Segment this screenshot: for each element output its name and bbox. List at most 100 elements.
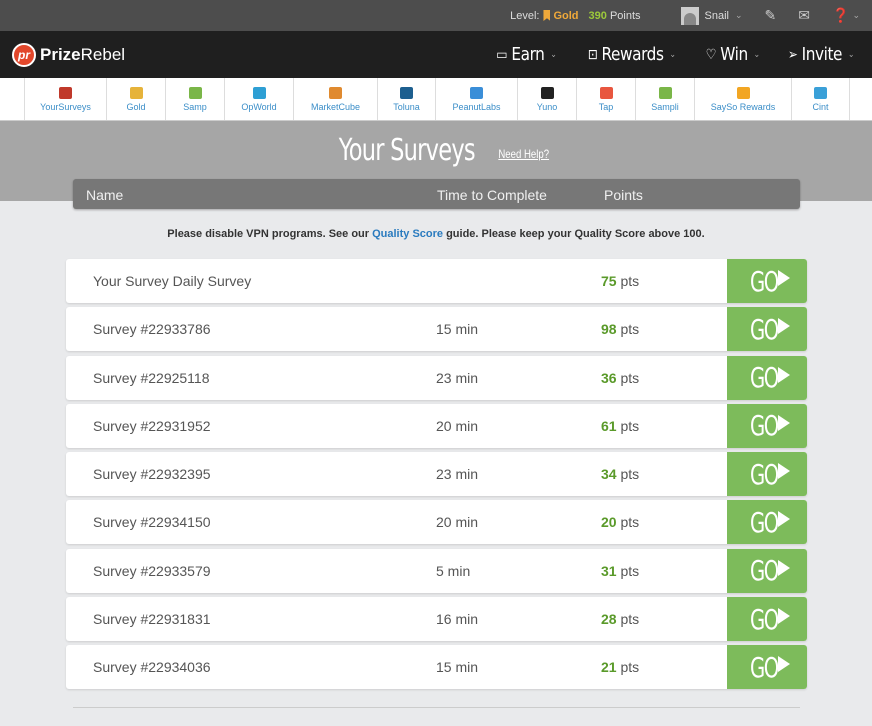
- level-name: Gold: [553, 9, 579, 22]
- provider-icon: [252, 86, 266, 99]
- provider-yuno[interactable]: Yuno: [517, 78, 576, 120]
- go-button[interactable]: GO: [727, 452, 807, 497]
- survey-name: Survey #22925118: [93, 369, 210, 386]
- help-menu[interactable]: ❓ ⌄: [832, 7, 860, 24]
- survey-time: 23 min: [436, 369, 479, 386]
- logo-text-bold: Prize: [40, 44, 81, 64]
- provider-sampli[interactable]: Sampli: [635, 78, 694, 120]
- provider-icon: [470, 86, 483, 99]
- survey-points-value: 31: [601, 562, 617, 579]
- play-icon: [777, 559, 790, 576]
- nav-earn[interactable]: ▭ Earn ⌄: [496, 44, 557, 65]
- survey-row: Survey #22933579 5 min 31 pts GO: [66, 548, 807, 593]
- go-button[interactable]: GO: [727, 548, 807, 593]
- page-title-wrap: Your Surveys Need Help?: [0, 133, 872, 168]
- survey-time: 16 min: [436, 611, 479, 628]
- nav-win-label: Win: [720, 44, 748, 65]
- provider-yoursurveys[interactable]: YourSurveys: [24, 78, 106, 120]
- provider-label: Samp: [183, 101, 207, 112]
- points-unit: pts: [620, 562, 640, 579]
- survey-name: Survey #22934150: [93, 514, 211, 531]
- survey-points: 34 pts: [601, 466, 639, 482]
- play-icon: [777, 318, 790, 335]
- go-button[interactable]: GO: [727, 500, 807, 545]
- level-indicator: Level: Gold: [510, 10, 578, 22]
- go-button[interactable]: GO: [727, 259, 807, 303]
- survey-points: 75 pts: [601, 273, 639, 289]
- provider-opworld[interactable]: OpWorld: [224, 78, 293, 120]
- heart-icon: ♡: [705, 46, 717, 63]
- survey-points: 28 pts: [601, 611, 639, 627]
- play-icon: [777, 270, 790, 286]
- survey-points-value: 98: [601, 321, 617, 338]
- provider-icon: [329, 86, 342, 99]
- provider-label: MarketCube: [310, 101, 361, 112]
- provider-icon: [540, 86, 554, 99]
- provider-label: Gold: [126, 101, 146, 112]
- provider-samp[interactable]: Samp: [165, 78, 224, 120]
- survey-points-value: 61: [601, 417, 617, 434]
- go-label: GO: [750, 361, 779, 395]
- provider-peanutlabs[interactable]: PeanutLabs: [435, 78, 517, 120]
- survey-name: Survey #22934036: [93, 659, 211, 676]
- provider-tap[interactable]: Tap: [576, 78, 635, 120]
- provider-cint[interactable]: Cint: [791, 78, 850, 120]
- nav-invite[interactable]: ➢ Invite ⌄: [788, 44, 855, 65]
- header-name[interactable]: Name: [86, 187, 123, 203]
- points-unit: pts: [620, 466, 640, 483]
- nav-win[interactable]: ♡ Win ⌄: [706, 44, 760, 65]
- help-icon: ❓: [832, 7, 850, 23]
- gift-icon: ⊡: [587, 46, 597, 63]
- survey-points: 20 pts: [601, 514, 639, 530]
- go-button[interactable]: GO: [727, 307, 807, 352]
- play-icon: [777, 366, 790, 383]
- survey-name: Survey #22931831: [93, 611, 211, 628]
- logo-text: PrizeRebel: [40, 45, 125, 65]
- survey-points: 98 pts: [601, 321, 639, 337]
- survey-row: Survey #22925118 23 min 36 pts GO: [66, 355, 807, 400]
- provider-toluna[interactable]: Toluna: [377, 78, 435, 120]
- provider-icon: [599, 86, 613, 99]
- provider-label: Tap: [598, 101, 614, 112]
- survey-time: 15 min: [436, 659, 479, 676]
- go-button[interactable]: GO: [727, 403, 807, 448]
- points-unit: pts: [620, 273, 640, 289]
- level-label: Level:: [510, 9, 540, 22]
- go-button[interactable]: GO: [727, 355, 807, 400]
- survey-points-value: 21: [601, 659, 617, 676]
- survey-points-value: 28: [601, 611, 617, 628]
- survey-name: Your Survey Daily Survey: [93, 273, 252, 289]
- ticket-icon[interactable]: ✎: [765, 7, 777, 24]
- survey-name: Survey #22933786: [93, 321, 211, 338]
- username: Snail: [704, 9, 729, 22]
- nav-menu: ▭ Earn ⌄ ⊡ Rewards ⌄ ♡ Win ⌄ ➢ Invite ⌄: [491, 44, 860, 65]
- provider-sayso-rewards[interactable]: SaySo Rewards: [694, 78, 791, 120]
- go-label: GO: [750, 409, 779, 443]
- provider-marketcube[interactable]: MarketCube: [293, 78, 377, 120]
- points-unit: pts: [620, 321, 640, 338]
- survey-name: Survey #22931952: [93, 417, 211, 434]
- chevron-down-icon: ⌄: [669, 49, 676, 60]
- survey-row: Your Survey Daily Survey 75 pts GO: [66, 259, 807, 303]
- provider-label: Yuno: [536, 101, 558, 112]
- header-time[interactable]: Time to Complete: [437, 187, 547, 203]
- paper-plane-icon: ➢: [788, 46, 798, 63]
- survey-name: Survey #22933579: [93, 562, 211, 579]
- go-button[interactable]: GO: [727, 645, 807, 690]
- provider-icon: [188, 86, 202, 99]
- mail-icon[interactable]: ✉: [798, 7, 810, 24]
- provider-icon: [400, 86, 413, 99]
- provider-gold[interactable]: Gold: [106, 78, 165, 120]
- logo[interactable]: pr PrizeRebel: [12, 42, 125, 67]
- provider-label: OpWorld: [241, 101, 277, 112]
- header-points[interactable]: Points: [604, 187, 643, 203]
- nav-rewards[interactable]: ⊡ Rewards ⌄: [587, 44, 675, 65]
- need-help-link[interactable]: Need Help?: [499, 147, 550, 161]
- survey-list: Your Survey Daily Survey 75 pts GO Survey #…: [66, 259, 807, 694]
- table-header: Name Time to Complete Points: [73, 179, 800, 209]
- survey-points: 21 pts: [601, 659, 639, 675]
- go-button[interactable]: GO: [727, 597, 807, 642]
- provider-icon: [658, 86, 672, 99]
- user-menu[interactable]: Snail ⌄: [680, 6, 743, 25]
- quality-score-link[interactable]: Quality Score: [372, 228, 443, 240]
